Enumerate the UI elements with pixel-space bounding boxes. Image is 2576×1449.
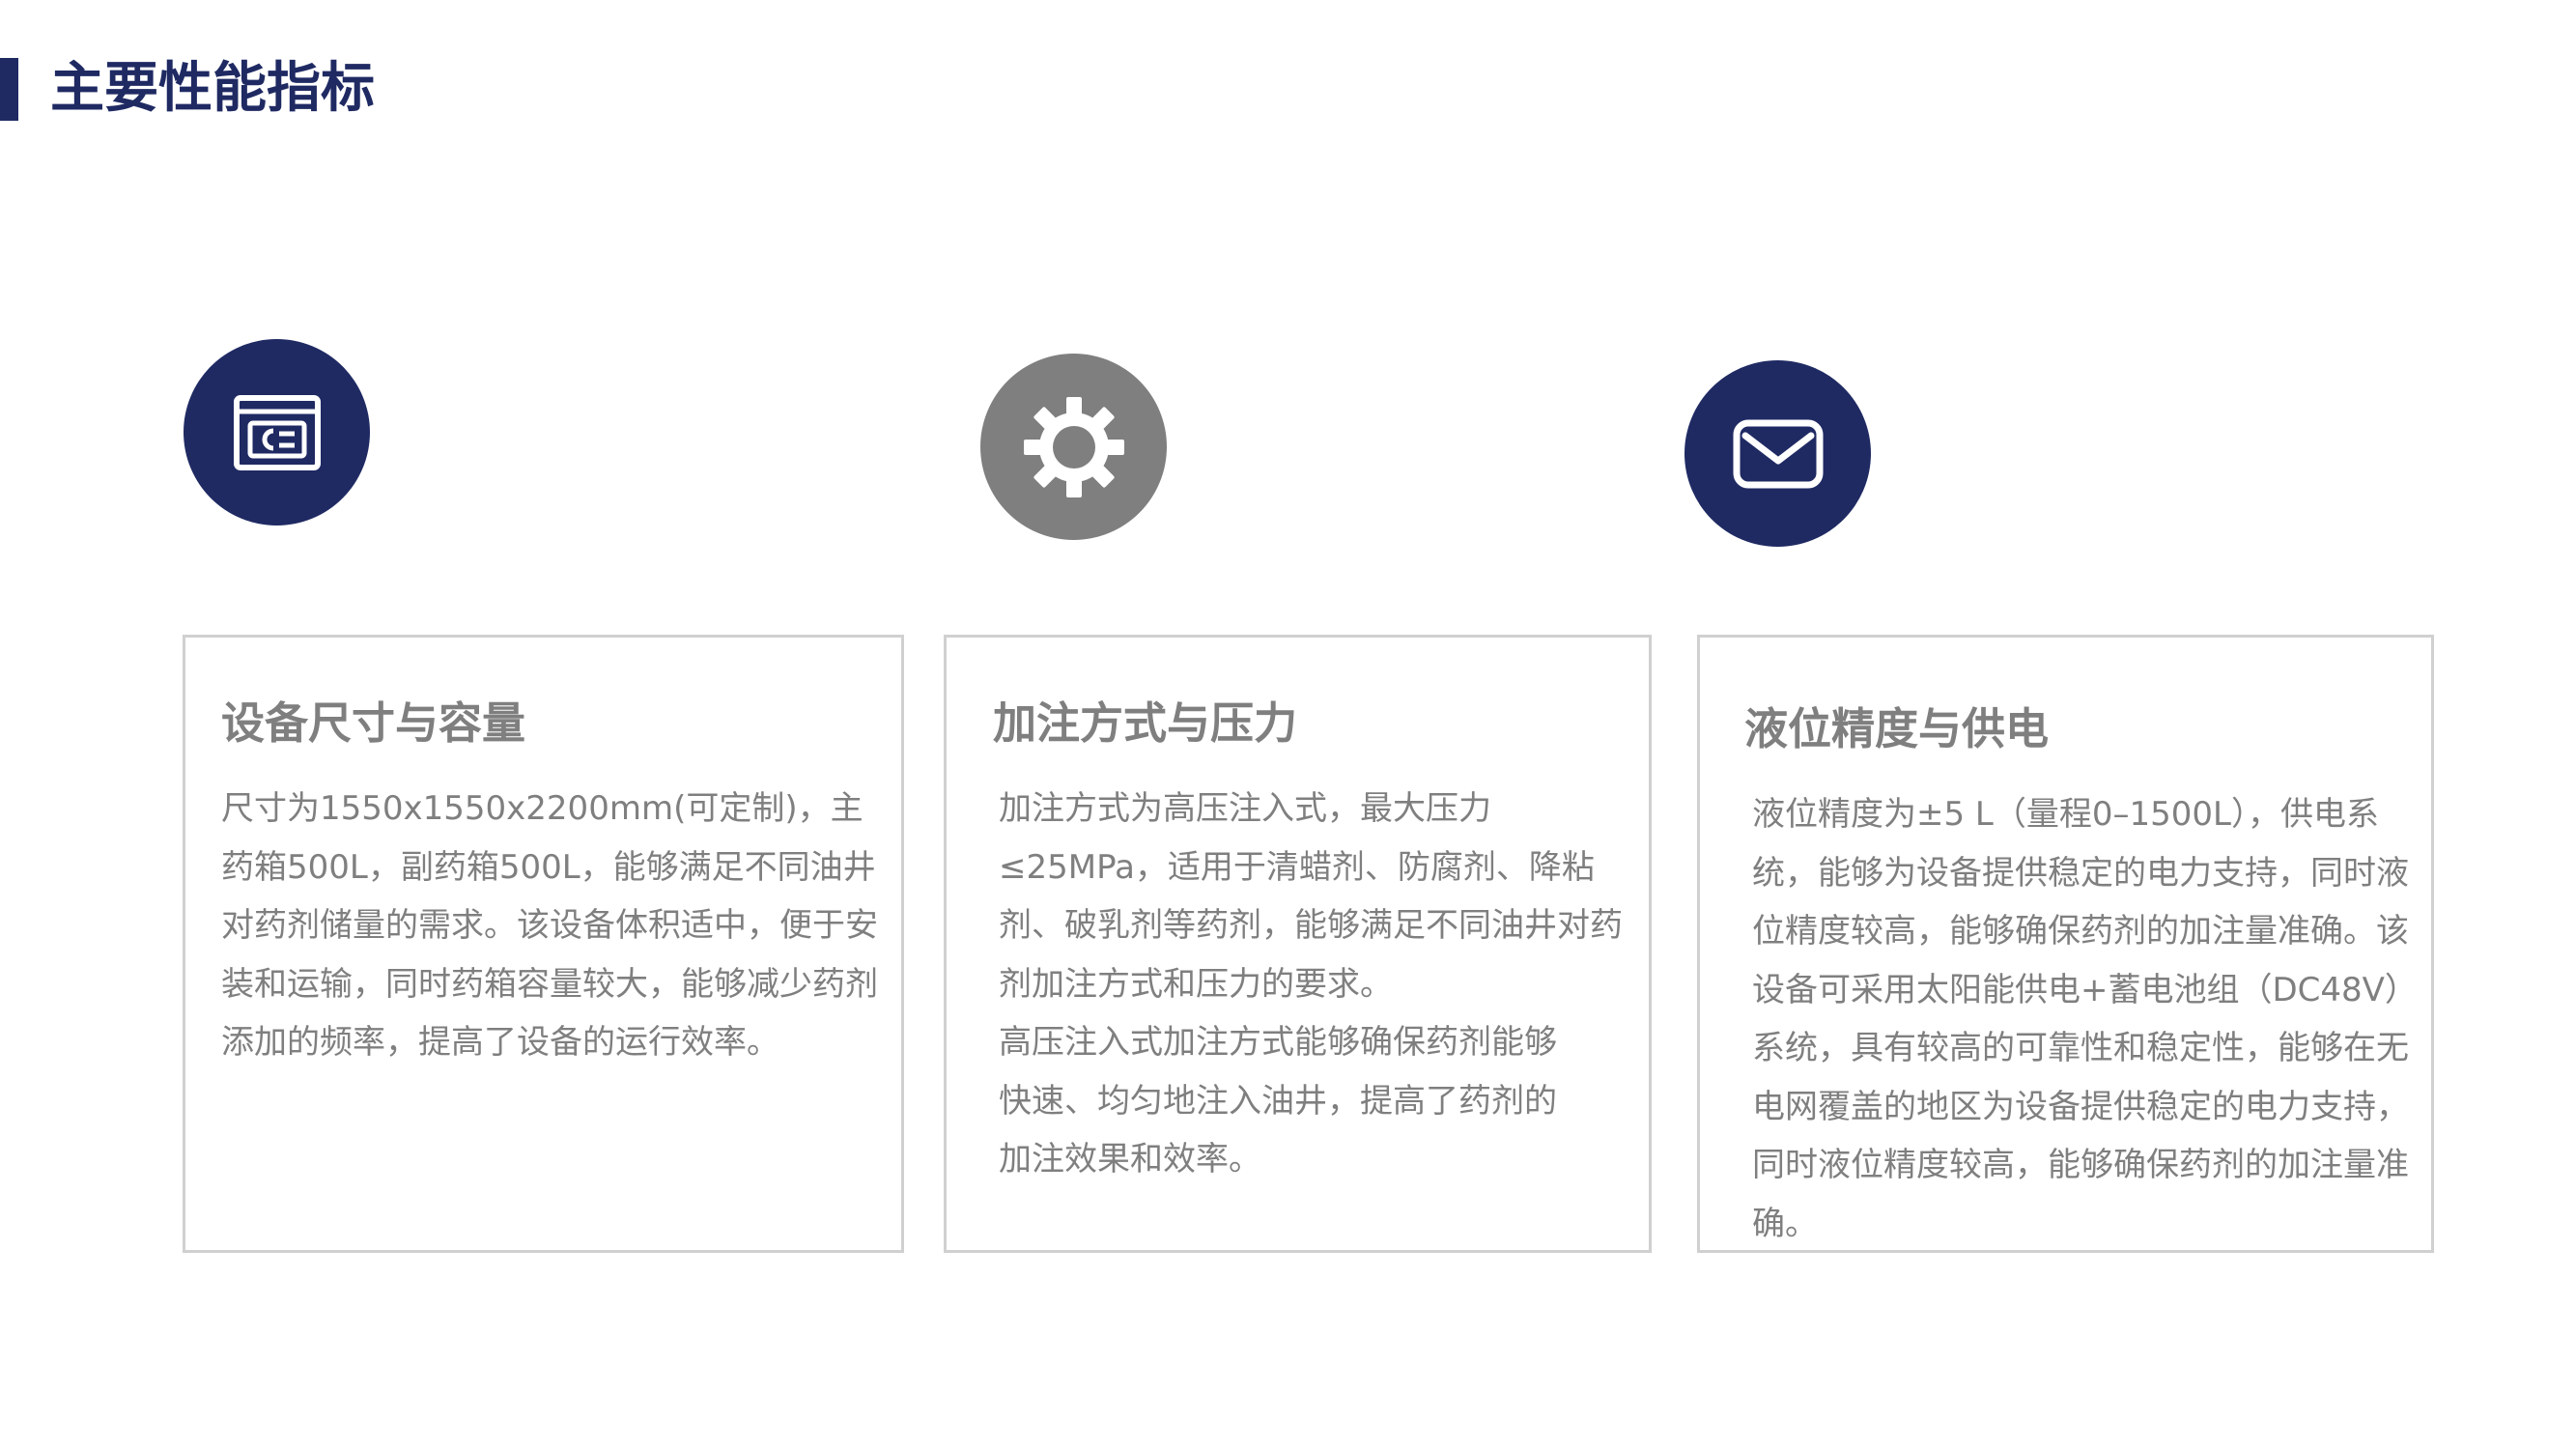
card-body: 液位精度为±5 L（量程0–1500L），供电系统，能够为设备提供稳定的电力支持… xyxy=(1752,785,2419,1253)
envelope-icon xyxy=(1732,418,1825,490)
id-card-icon xyxy=(233,394,322,471)
page-title: 主要性能指标 xyxy=(50,57,375,120)
card-injection-pressure: 加注方式与压力 加注方式为高压注入式，最大压力≤25MPa，适用于清蜡剂、防腐剂… xyxy=(944,635,1652,1253)
gear-icon xyxy=(1020,393,1128,501)
card-title: 设备尺寸与容量 xyxy=(221,697,526,749)
card-title: 液位精度与供电 xyxy=(1744,703,2050,754)
card-paragraph: 尺寸为1550x1550x2200mm(可定制)，主药箱500L，副药箱500L… xyxy=(221,789,878,1062)
card-paragraph: 高压注入式加注方式能够确保药剂能够快速、均匀地注入油井，提高了药剂的加注效果和效… xyxy=(999,1023,1557,1179)
card-1-icon-circle xyxy=(184,339,370,526)
card-2-icon-circle xyxy=(980,354,1167,540)
card-title: 加注方式与压力 xyxy=(993,697,1298,749)
title-accent-bar xyxy=(0,58,18,121)
card-paragraph: 加注方式为高压注入式，最大压力≤25MPa，适用于清蜡剂、防腐剂、降粘剂、破乳剂… xyxy=(999,789,1623,1004)
card-level-power: 液位精度与供电 液位精度为±5 L（量程0–1500L），供电系统，能够为设备提… xyxy=(1697,635,2434,1253)
card-paragraph: 液位精度为±5 L（量程0–1500L），供电系统，能够为设备提供稳定的电力支持… xyxy=(1752,795,2418,1243)
card-3-icon-circle xyxy=(1684,360,1871,547)
card-body: 尺寸为1550x1550x2200mm(可定制)，主药箱500L，副药箱500L… xyxy=(221,780,878,1072)
card-size-capacity: 设备尺寸与容量 尺寸为1550x1550x2200mm(可定制)，主药箱500L… xyxy=(183,635,904,1253)
card-body: 加注方式为高压注入式，最大压力≤25MPa，适用于清蜡剂、防腐剂、降粘剂、破乳剂… xyxy=(999,780,1627,1189)
